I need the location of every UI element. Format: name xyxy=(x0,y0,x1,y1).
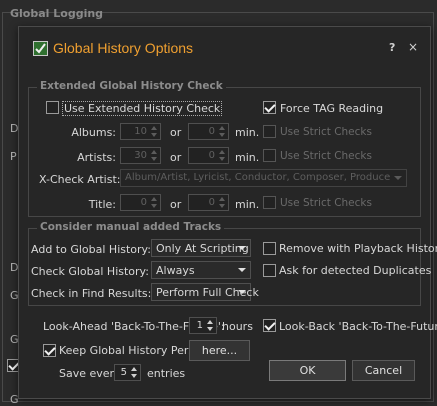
albums-count-spinner[interactable]: 10 xyxy=(120,123,161,140)
xcheck-artist-label: X-Check Artist: xyxy=(39,173,121,186)
background-group-title: Global Logging xyxy=(10,7,104,20)
remove-with-playback-history-label[interactable]: Remove with Playback History xyxy=(279,242,437,255)
albums-label: Albums: xyxy=(71,126,116,139)
group-title: Extended Global History Check xyxy=(37,80,226,92)
entries-label: entries xyxy=(147,367,186,380)
keep-persistent-checkbox[interactable] xyxy=(43,344,56,357)
ask-for-duplicates-label[interactable]: Ask for detected Duplicates xyxy=(279,264,431,277)
help-button[interactable]: ? xyxy=(389,41,395,54)
close-button[interactable]: × xyxy=(408,40,418,54)
force-tag-reading-checkbox[interactable] xyxy=(263,101,276,114)
group-title: Consider manual added Tracks xyxy=(37,221,225,233)
artists-strict-checks-label: Use Strict Checks xyxy=(280,150,372,162)
ok-button[interactable]: OK xyxy=(269,360,346,381)
artists-label: Artists: xyxy=(77,151,116,164)
min-label: min. xyxy=(235,198,260,211)
use-extended-history-check-checkbox[interactable] xyxy=(46,101,59,114)
lookback-checkbox[interactable] xyxy=(263,319,276,332)
here-button[interactable]: here... xyxy=(189,340,250,361)
chevron-down-icon xyxy=(235,240,249,256)
remove-with-playback-history-checkbox[interactable] xyxy=(263,242,276,255)
check-in-find-results-dropdown[interactable]: Perform Full Check xyxy=(151,283,259,301)
hours-label: hours xyxy=(222,320,253,333)
title-min-spinner[interactable]: 0 xyxy=(188,194,229,211)
background-label: P xyxy=(10,150,17,163)
or-label: or xyxy=(170,151,182,164)
chevron-down-icon xyxy=(235,262,249,278)
cancel-button[interactable]: Cancel xyxy=(352,360,415,381)
title-strict-checks-checkbox[interactable] xyxy=(263,196,276,209)
ask-for-duplicates-checkbox[interactable] xyxy=(263,264,276,277)
save-every-label: Save every xyxy=(59,367,121,380)
title-count-spinner[interactable]: 0 xyxy=(120,194,161,211)
add-to-global-history-label: Add to Global History: xyxy=(31,243,151,256)
artists-count-spinner[interactable]: 30 xyxy=(120,147,161,164)
dialog-title: Global History Options xyxy=(53,40,194,56)
artists-strict-checks-checkbox[interactable] xyxy=(263,149,276,162)
chevron-down-icon xyxy=(235,284,249,300)
check-global-history-label: Check Global History: xyxy=(31,265,149,278)
or-label: or xyxy=(170,126,182,139)
lookback-label[interactable]: Look-Back 'Back-To-The-Future' xyxy=(279,320,437,333)
albums-strict-checks-label: Use Strict Checks xyxy=(280,126,372,138)
check-in-find-results-label: Check in Find Results: xyxy=(31,287,152,300)
albums-strict-checks-checkbox[interactable] xyxy=(263,125,276,138)
use-extended-history-check-label[interactable]: Use Extended History Check xyxy=(62,101,223,116)
global-history-options-dialog: Global History Options ? × Extended Glob… xyxy=(18,26,437,399)
save-every-spinner[interactable]: 5 xyxy=(114,364,141,381)
min-label: min. xyxy=(235,126,260,139)
add-to-global-history-dropdown[interactable]: Only At Scripting xyxy=(151,239,251,257)
min-label: min. xyxy=(235,151,260,164)
title-label: Title: xyxy=(88,198,116,211)
force-tag-reading-label[interactable]: Force TAG Reading xyxy=(280,102,383,115)
lookahead-hours-spinner[interactable]: 1 xyxy=(189,317,217,334)
check-global-history-dropdown[interactable]: Always xyxy=(151,261,251,279)
title-strict-checks-label: Use Strict Checks xyxy=(280,197,372,209)
albums-min-spinner[interactable]: 0 xyxy=(188,123,229,140)
xcheck-artist-dropdown[interactable]: Album/Artist, Lyricist, Conductor, Compo… xyxy=(120,169,407,187)
artists-min-spinner[interactable]: 0 xyxy=(188,147,229,164)
checkmark-icon xyxy=(33,41,48,56)
dialog-titlebar: Global History Options ? × xyxy=(19,27,430,67)
or-label: or xyxy=(170,198,182,211)
